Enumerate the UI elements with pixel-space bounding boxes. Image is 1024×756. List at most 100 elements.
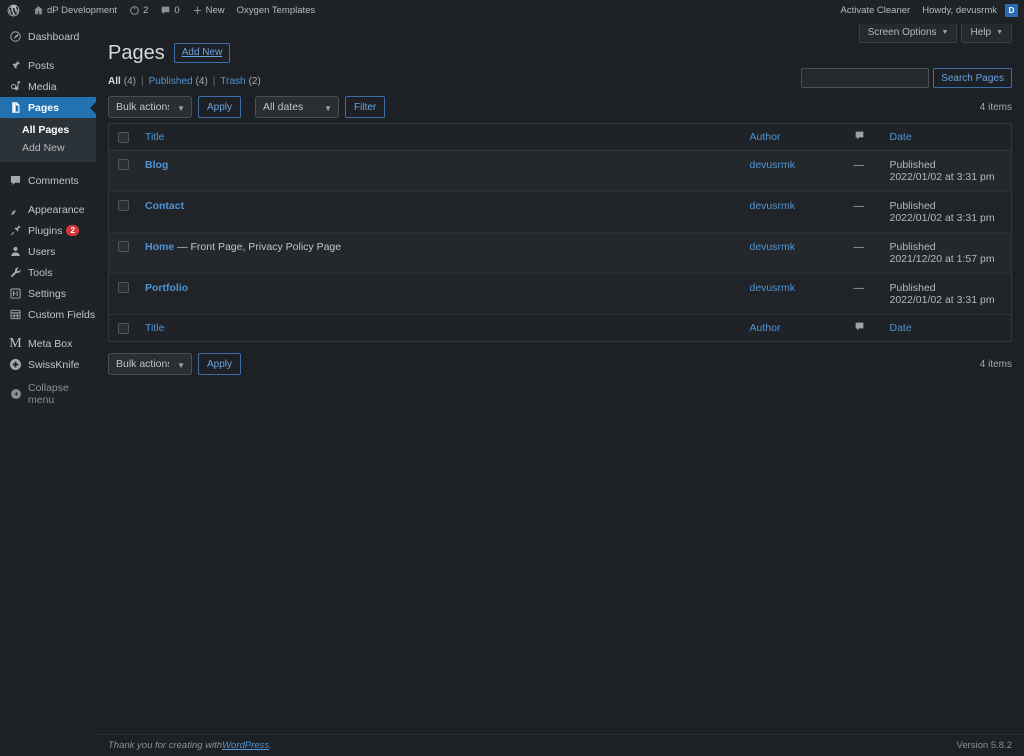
sidebar-item-meta-box[interactable]: M Meta Box xyxy=(0,333,96,354)
sidebar-item-label: Appearance xyxy=(28,203,85,216)
sidebar-item-swissknife[interactable]: SwissKnife xyxy=(0,354,96,375)
view-all[interactable]: All (4) xyxy=(108,76,136,87)
sidebar-item-custom-fields[interactable]: Custom Fields xyxy=(0,304,96,325)
add-new-page-button[interactable]: Add New xyxy=(173,43,231,63)
sidebar-item-label: Pages xyxy=(28,101,59,114)
view-all-link[interactable]: All xyxy=(108,76,121,87)
author-link[interactable]: devusrmk xyxy=(750,282,796,294)
bulk-actions-select-bottom[interactable]: Bulk actions xyxy=(108,353,192,375)
view-trash-link[interactable]: Trash xyxy=(220,76,245,87)
sort-date-link[interactable]: Date xyxy=(890,131,912,143)
page-title-link[interactable]: Contact xyxy=(145,200,184,212)
page-title-link[interactable]: Blog xyxy=(145,159,168,171)
pages-table-head: Title Author Date xyxy=(108,123,1012,151)
sidebar-item-dashboard[interactable]: Dashboard xyxy=(0,26,96,47)
table-row[interactable]: Home — Front Page, Privacy Policy Page d… xyxy=(108,232,1012,274)
views-separator: | xyxy=(141,76,144,87)
sidebar-item-users[interactable]: Users xyxy=(0,241,96,262)
author-link[interactable]: devusrmk xyxy=(750,200,796,212)
comments-menu[interactable]: 0 xyxy=(154,0,185,20)
view-trash-count: (2) xyxy=(248,76,261,87)
wordpress-logo-icon xyxy=(7,4,20,17)
date-filter-select[interactable]: All dates xyxy=(255,96,340,118)
column-footer-comments[interactable] xyxy=(845,314,882,342)
table-row[interactable]: Blog devusrmk — Published 2022/01/02 at … xyxy=(108,150,1012,192)
sidebar-item-comments[interactable]: Comments xyxy=(0,170,96,191)
column-header-date[interactable]: Date xyxy=(881,123,1012,151)
row-select-cell xyxy=(109,274,138,315)
sidebar-item-label: Comments xyxy=(28,174,79,187)
row-title-cell: Portfolio xyxy=(137,274,742,315)
sidebar-item-plugins[interactable]: Plugins 2 xyxy=(0,220,96,241)
sidebar-item-label: Users xyxy=(28,245,56,258)
row-author-cell: devusrmk xyxy=(742,274,846,315)
sort-date-link-bottom[interactable]: Date xyxy=(890,322,912,334)
screen-options-button[interactable]: Screen Options ▼ xyxy=(858,24,958,43)
views-separator: | xyxy=(212,76,216,87)
column-footer-date[interactable]: Date xyxy=(881,314,1012,342)
bulk-actions-select[interactable]: Bulk actions xyxy=(108,96,192,118)
table-row[interactable]: Portfolio devusrmk — Published 2022/01/0… xyxy=(108,273,1012,315)
column-header-comments[interactable] xyxy=(845,123,882,151)
new-content-menu[interactable]: New xyxy=(186,0,231,20)
avatar: D xyxy=(1005,3,1018,17)
updates-menu[interactable]: 2 xyxy=(123,0,154,20)
row-date-cell: Published 2022/01/02 at 3:31 pm xyxy=(882,274,1012,315)
wordpress-link[interactable]: WordPress xyxy=(222,740,269,751)
column-footer-title[interactable]: Title xyxy=(137,314,742,342)
post-state: — Front Page, Privacy Policy Page xyxy=(174,241,342,253)
row-author-cell: devusrmk xyxy=(741,232,846,274)
sort-author-link-bottom[interactable]: Author xyxy=(750,322,781,334)
sort-title-link-bottom[interactable]: Title xyxy=(145,322,164,334)
sidebar-item-settings[interactable]: Settings xyxy=(0,283,96,304)
row-checkbox[interactable] xyxy=(118,282,129,293)
column-header-author[interactable]: Author xyxy=(741,123,846,151)
sort-author-link[interactable]: Author xyxy=(750,131,781,143)
date-value: 2022/01/02 at 3:31 pm xyxy=(889,171,995,183)
pages-submenu: All Pages Add New xyxy=(0,118,96,162)
sidebar-item-media[interactable]: Media xyxy=(0,76,96,97)
page-title-link[interactable]: Home xyxy=(145,241,174,253)
activate-cleaner-link[interactable]: Activate Cleaner xyxy=(835,0,917,20)
wordpress-logo-button[interactable] xyxy=(0,0,27,20)
row-checkbox[interactable] xyxy=(118,159,129,170)
select-all-checkbox-top[interactable] xyxy=(118,131,129,143)
pages-table: Title Author Date Blog devusrmk — Publis… xyxy=(108,123,1012,342)
sidebar-item-pages[interactable]: Pages xyxy=(0,97,96,118)
search-input[interactable] xyxy=(801,68,930,88)
sidebar-item-posts[interactable]: Posts xyxy=(0,55,96,76)
filter-button[interactable]: Filter xyxy=(345,96,386,118)
sidebar-subitem-add-new[interactable]: Add New xyxy=(0,139,96,157)
row-checkbox[interactable] xyxy=(118,200,129,211)
sidebar-item-label: Meta Box xyxy=(28,337,73,350)
sidebar-item-appearance[interactable]: Appearance xyxy=(0,199,96,220)
row-date-cell: Published 2022/01/02 at 3:31 pm xyxy=(881,150,1012,192)
view-published-count: (4) xyxy=(195,76,208,87)
author-link[interactable]: devusrmk xyxy=(750,159,796,171)
apply-bulk-action-button[interactable]: Apply xyxy=(198,96,242,118)
collapse-menu-button[interactable]: Collapse menu xyxy=(0,382,96,406)
table-row[interactable]: Contact devusrmk — Published 2022/01/02 … xyxy=(108,191,1012,233)
row-checkbox[interactable] xyxy=(118,241,129,252)
site-name-menu[interactable]: dP Development xyxy=(27,0,123,20)
view-published-link[interactable]: Published xyxy=(149,76,193,87)
help-button[interactable]: Help ▼ xyxy=(961,24,1012,43)
view-published[interactable]: Published (4) xyxy=(149,76,208,87)
table-footer-row: Title Author Date xyxy=(108,314,1012,342)
tablenav-top: Bulk actions ▼ Apply All dates ▼ Filter … xyxy=(108,95,1012,119)
column-header-title[interactable]: Title xyxy=(137,123,742,151)
sidebar-item-tools[interactable]: Tools xyxy=(0,262,96,283)
search-pages-button[interactable]: Search Pages xyxy=(933,68,1012,88)
sidebar-subitem-all-pages[interactable]: All Pages xyxy=(0,121,96,139)
view-trash[interactable]: Trash (2) xyxy=(220,76,260,87)
apply-bulk-action-button-bottom[interactable]: Apply xyxy=(198,353,242,375)
page-title-link[interactable]: Portfolio xyxy=(145,282,188,294)
column-footer-author[interactable]: Author xyxy=(741,314,846,342)
sort-title-link[interactable]: Title xyxy=(145,131,164,143)
account-menu[interactable]: Howdy, devusrmk D xyxy=(916,0,1024,20)
menu-separator xyxy=(0,325,96,333)
oxygen-templates-menu[interactable]: Oxygen Templates xyxy=(231,0,322,20)
sidebar-item-label: Tools xyxy=(28,266,53,279)
author-link[interactable]: devusrmk xyxy=(750,241,796,253)
select-all-checkbox-bottom[interactable] xyxy=(118,322,129,334)
